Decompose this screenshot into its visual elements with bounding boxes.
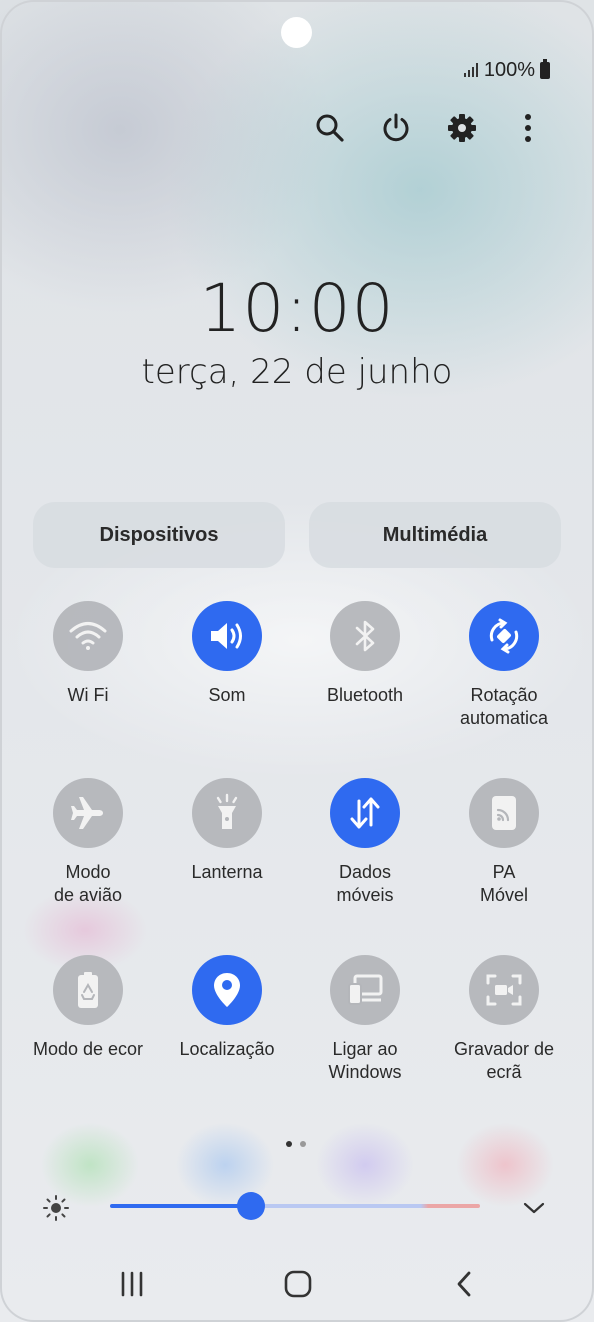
tile-mobile-data[interactable]: Dados móveis (296, 778, 434, 907)
tile-label: Bluetooth (326, 685, 404, 705)
signal-icon (463, 63, 478, 77)
back-icon[interactable] (434, 1262, 494, 1306)
power-saving-icon[interactable] (53, 955, 123, 1025)
tile-label: Modo de avião (53, 862, 123, 905)
tile-label: Som (208, 685, 246, 705)
brightness-icon (43, 1195, 69, 1221)
tile-label: PA Móvel (479, 862, 528, 905)
more-options-icon[interactable] (508, 108, 548, 148)
page-dot (300, 1141, 306, 1147)
wifi-icon[interactable] (53, 601, 123, 671)
brightness-slider-thumb[interactable] (236, 1192, 265, 1220)
header-actions (0, 108, 594, 148)
page-dot-active (286, 1141, 292, 1147)
brightness-slider[interactable] (110, 1204, 480, 1208)
flashlight-icon[interactable] (192, 778, 262, 848)
mobile-data-icon[interactable] (330, 778, 400, 848)
tile-label: Lanterna (191, 862, 263, 882)
tile-label: Dados móveis (336, 862, 394, 905)
battery-icon (540, 58, 550, 79)
clock-time[interactable]: 10:00 (0, 270, 594, 347)
tile-sound[interactable]: Som (158, 601, 296, 707)
tile-label: Ligar ao Windows (328, 1039, 402, 1082)
tile-wifi[interactable]: Wi Fi (19, 601, 157, 707)
tile-label: Modo de ecor (32, 1039, 144, 1059)
link-to-windows-icon[interactable] (330, 955, 400, 1025)
tile-airplane-mode[interactable]: Modo de avião (19, 778, 157, 907)
brightness-control (40, 1190, 560, 1222)
recent-apps-icon[interactable] (102, 1262, 162, 1306)
bluetooth-icon[interactable] (330, 601, 400, 671)
auto-rotate-icon[interactable] (469, 601, 539, 671)
tile-auto-rotate[interactable]: Rotação automatica (435, 601, 573, 730)
gear-icon[interactable] (442, 108, 482, 148)
search-icon[interactable] (310, 108, 350, 148)
tile-label: Gravador de ecrã (453, 1039, 555, 1082)
chevron-down-icon[interactable] (520, 1194, 548, 1222)
volume-icon[interactable] (192, 601, 262, 671)
mobile-hotspot-icon[interactable] (469, 778, 539, 848)
clock-date: terça, 22 de junho (141, 352, 453, 392)
tile-label: Wi Fi (67, 685, 109, 705)
tile-screen-recorder[interactable]: Gravador de ecrã (435, 955, 573, 1084)
home-icon[interactable] (268, 1262, 328, 1306)
media-button[interactable]: Multimédia (309, 502, 561, 568)
tile-location[interactable]: Localização (158, 955, 296, 1061)
front-camera (281, 17, 312, 48)
tile-label: Rotação automatica (459, 685, 549, 728)
tile-bluetooth[interactable]: Bluetooth (296, 601, 434, 707)
power-icon[interactable] (376, 108, 416, 148)
screen-recorder-icon[interactable] (469, 955, 539, 1025)
tile-link-to-windows[interactable]: Ligar ao Windows (296, 955, 434, 1084)
tile-label: Localização (179, 1039, 275, 1059)
status-bar: 100% (463, 58, 550, 82)
page-indicator (286, 1141, 306, 1147)
tile-mobile-hotspot[interactable]: PA Móvel (435, 778, 573, 907)
navigation-bar (0, 1262, 594, 1306)
location-icon[interactable] (192, 955, 262, 1025)
tile-flashlight[interactable]: Lanterna (158, 778, 296, 884)
airplane-icon[interactable] (53, 778, 123, 848)
tile-power-saving[interactable]: Modo de ecor (19, 955, 157, 1061)
devices-button[interactable]: Dispositivos (33, 502, 285, 568)
battery-percentage: 100% (483, 58, 535, 81)
